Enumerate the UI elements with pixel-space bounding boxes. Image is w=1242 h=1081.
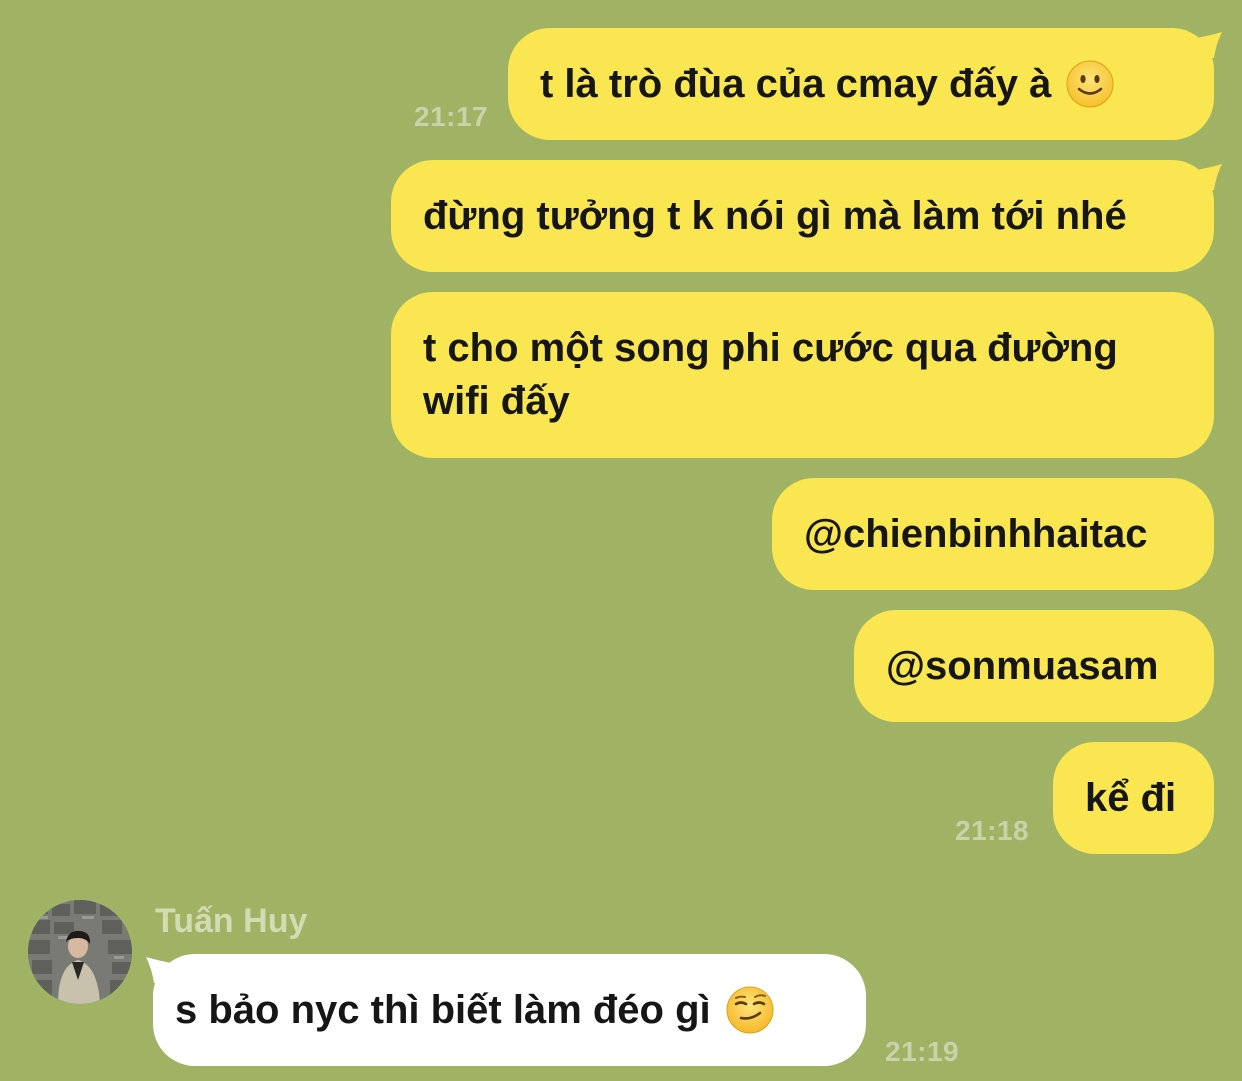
message-text: t cho một song phi cước qua đường wifi đ… <box>423 326 1118 423</box>
sent-message-bubble[interactable]: t cho một song phi cước qua đường wifi đ… <box>391 292 1214 458</box>
message-text: s bảo nyc thì biết làm đéo gì <box>175 988 711 1032</box>
timestamp: 21:19 <box>885 1036 960 1067</box>
sender-name: Tuấn Huy <box>155 902 308 940</box>
sent-message-bubble[interactable]: @chienbinhhaitac <box>772 478 1214 590</box>
sent-message-bubble[interactable]: kể đi <box>1053 742 1214 854</box>
timestamp: 21:18 <box>955 815 1030 846</box>
sent-message-bubble[interactable]: t là trò đùa của cmay đấy à <box>508 28 1214 140</box>
message-text: @sonmuasam <box>886 644 1159 688</box>
sent-message-bubble[interactable]: đừng tưởng t k nói gì mà làm tới nhé <box>391 160 1214 272</box>
chat-thread[interactable]: 21:17 t là trò đùa của cmay đấy à đừng t… <box>0 0 1242 1081</box>
sent-message-bubble[interactable]: @sonmuasam <box>854 610 1214 722</box>
message-text: @chienbinhhaitac <box>804 512 1148 556</box>
sent-bubble-tail <box>1196 32 1222 58</box>
slightly-smiling-face-emoji <box>1066 60 1114 108</box>
timestamp: 21:17 <box>414 101 489 132</box>
smirking-face-emoji <box>726 986 774 1034</box>
message-text: t là trò đùa của cmay đấy à <box>540 62 1052 106</box>
avatar[interactable] <box>28 900 132 1004</box>
avatar-photo <box>28 900 132 1004</box>
message-text: kể đi <box>1085 776 1177 820</box>
message-text: đừng tưởng t k nói gì mà làm tới nhé <box>423 194 1127 238</box>
received-message-bubble[interactable]: s bảo nyc thì biết làm đéo gì <box>153 954 866 1066</box>
sent-bubble-tail <box>1196 164 1222 190</box>
